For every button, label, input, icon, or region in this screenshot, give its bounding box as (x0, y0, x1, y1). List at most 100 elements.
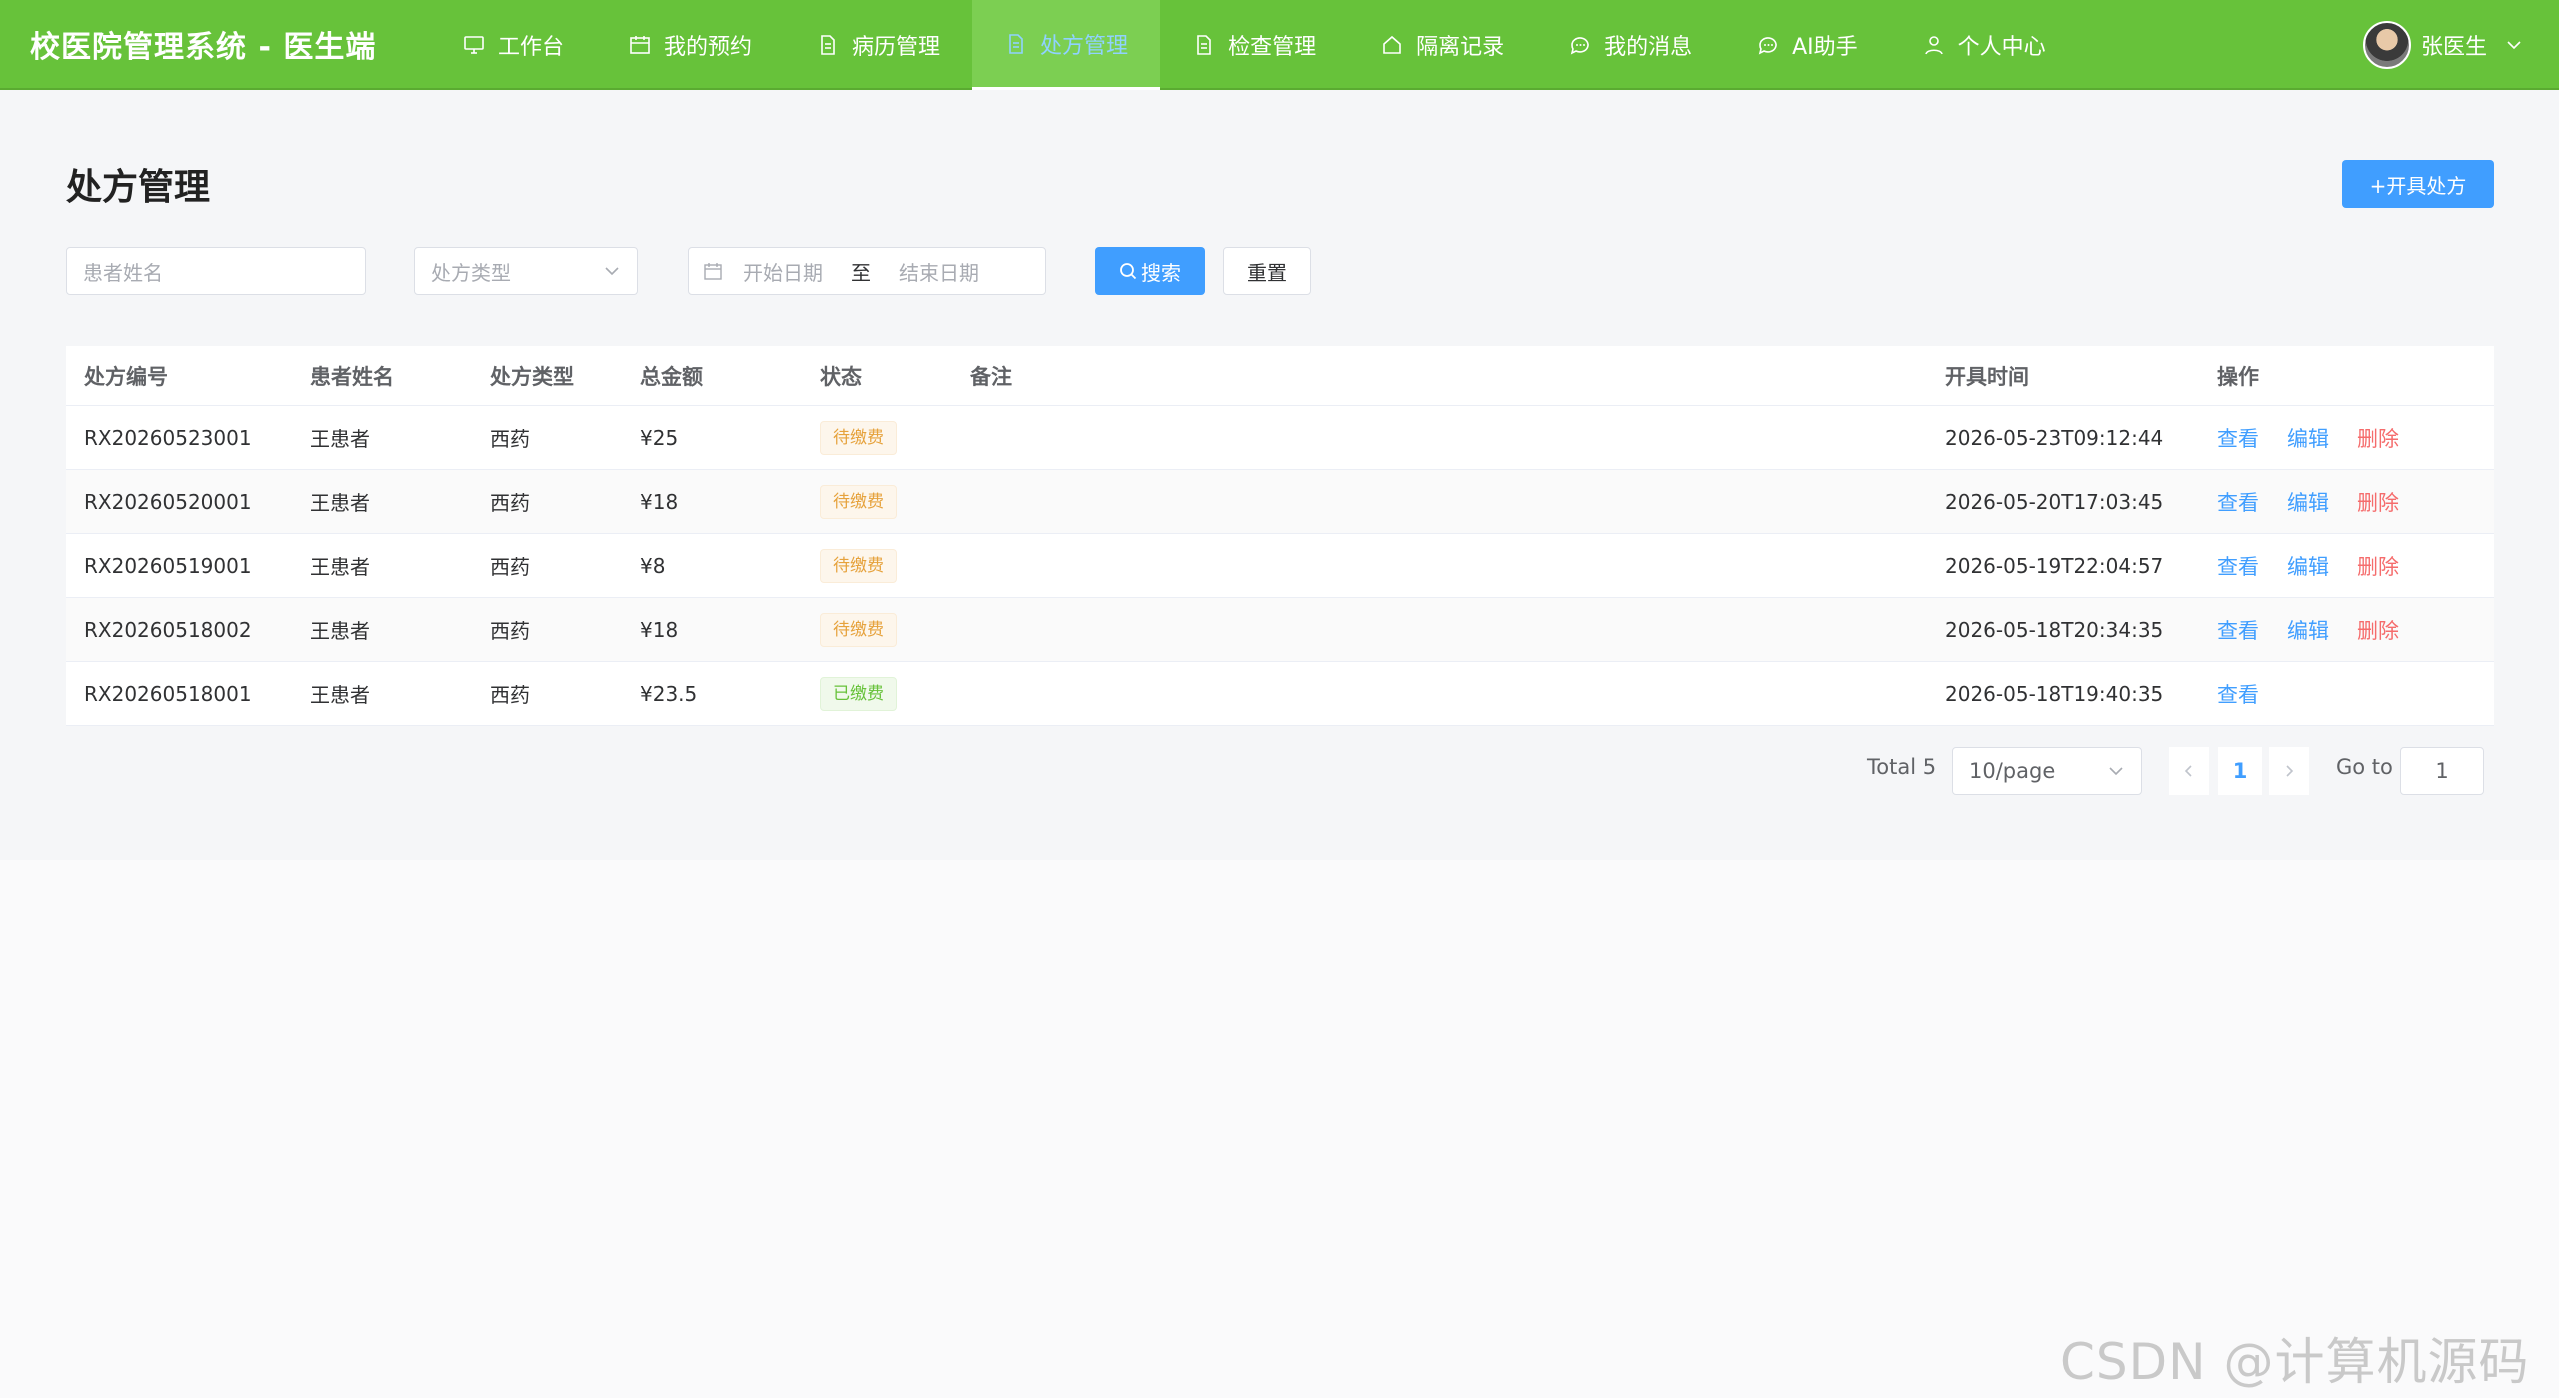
actions-cell: 查看 (2199, 679, 2494, 709)
nav-item-4[interactable]: 检查管理 (1160, 0, 1348, 90)
delete-link[interactable]: 删除 (2357, 551, 2399, 581)
nav-item-5[interactable]: 隔离记录 (1348, 0, 1536, 90)
prescription-type-select[interactable]: 处方类型 (414, 247, 638, 295)
nav-item-3[interactable]: 处方管理 (972, 0, 1161, 90)
main-nav: 工作台 我的预约 病历管理 处方管理 检查管理 隔离记录 我的消息 AI助手 个人中心 (430, 0, 2078, 90)
chevron-left-icon (2184, 765, 2192, 777)
calendar-icon (703, 261, 723, 281)
cell-id: RX20260518001 (84, 681, 252, 706)
page-size-select[interactable]: 10/page (1952, 747, 2142, 795)
actions-cell: 查看 编辑 删除 (2199, 423, 2494, 453)
status-cell: 待缴费 (802, 612, 952, 647)
goto-page-input[interactable]: 1 (2400, 747, 2484, 795)
nav-item-8[interactable]: 个人中心 (1890, 0, 2078, 90)
view-link[interactable]: 查看 (2217, 551, 2259, 581)
table-row: RX20260520001 王患者 西药 ¥18 待缴费 2026-05-20T17:03… (66, 470, 2494, 534)
cell-id: RX20260518002 (84, 617, 252, 642)
avatar[interactable] (2362, 21, 2411, 69)
document-icon (1192, 33, 1216, 57)
status-badge: 待缴费 (820, 548, 897, 583)
view-link[interactable]: 查看 (2217, 615, 2259, 645)
nav-item-label: 个人中心 (1957, 35, 2046, 60)
nav-item-0[interactable]: 工作台 (430, 0, 596, 90)
table-row: RX20260523001 王患者 西药 ¥25 待缴费 2026-05-23T09:12… (66, 406, 2494, 470)
nav-item-label: 检查管理 (1228, 35, 1317, 60)
actions-cell: 查看 编辑 删除 (2199, 487, 2494, 517)
calendar-icon (628, 33, 652, 57)
prev-page-button[interactable] (2169, 747, 2209, 795)
chevron-down-icon (2107, 762, 2125, 780)
monitor-icon (462, 33, 486, 57)
cell-patient: 王患者 (310, 427, 370, 451)
create-prescription-button[interactable]: +开具处方 (2342, 160, 2494, 208)
status-badge: 待缴费 (820, 420, 897, 455)
cell-time: 2026-05-18T19:40:35 (1945, 681, 2164, 706)
table-row: RX20260519001 王患者 西药 ¥8 待缴费 2026-05-19T22:04:… (66, 534, 2494, 598)
column-header: 备注 (970, 364, 1012, 389)
range-separator: 至 (851, 260, 871, 285)
prescription-type-placeholder: 处方类型 (431, 260, 511, 285)
page-number[interactable]: 1 (2218, 747, 2262, 795)
prescription-table: 处方编号 患者姓名 处方类型 总金额 状态 备注 开具时间 操作 RX20260523001 王… (66, 346, 2494, 726)
patient-name-input[interactable]: 患者姓名 (66, 247, 366, 295)
cell-time: 2026-05-18T20:34:35 (1945, 617, 2164, 642)
column-header: 处方编号 (84, 364, 168, 389)
table-header: 处方编号 患者姓名 处方类型 总金额 状态 备注 开具时间 操作 (66, 346, 2494, 406)
nav-item-label: 我的预约 (664, 35, 753, 60)
delete-link[interactable]: 删除 (2357, 487, 2399, 517)
delete-link[interactable]: 删除 (2357, 423, 2399, 453)
user-icon (1922, 33, 1946, 57)
cell-patient: 王患者 (310, 491, 370, 515)
edit-link[interactable]: 编辑 (2287, 423, 2329, 453)
nav-item-label: 病历管理 (852, 35, 941, 60)
status-badge: 待缴费 (820, 612, 897, 647)
status-cell: 待缴费 (802, 420, 952, 455)
nav-item-1[interactable]: 我的预约 (596, 0, 784, 90)
view-link[interactable]: 查看 (2217, 487, 2259, 517)
document-icon (1004, 32, 1028, 56)
cell-amount: ¥18 (640, 617, 679, 642)
cell-amount: ¥25 (640, 425, 679, 450)
chevron-down-icon (603, 262, 621, 280)
view-link[interactable]: 查看 (2217, 423, 2259, 453)
reset-button[interactable]: 重置 (1223, 247, 1311, 295)
status-badge: 已缴费 (820, 676, 897, 711)
column-header: 状态 (820, 364, 862, 389)
cell-time: 2026-05-19T22:04:57 (1945, 553, 2164, 578)
nav-item-label: 处方管理 (1040, 33, 1129, 59)
column-header: 患者姓名 (310, 364, 394, 389)
column-header: 总金额 (640, 364, 703, 389)
user-menu[interactable]: 张医生 (2362, 0, 2523, 90)
user-name: 张医生 (2420, 35, 2487, 60)
search-icon (1119, 262, 1137, 280)
actions-cell: 查看 编辑 删除 (2199, 615, 2494, 645)
document-icon (816, 33, 840, 57)
edit-link[interactable]: 编辑 (2287, 615, 2329, 645)
watermark: CSDN @计算机源码站 (2060, 1333, 2530, 1391)
cell-type: 西药 (490, 619, 530, 643)
cell-patient: 王患者 (310, 683, 370, 707)
search-button[interactable]: 搜索 (1095, 247, 1205, 295)
cell-type: 西药 (490, 427, 530, 451)
view-link[interactable]: 查看 (2217, 679, 2259, 709)
start-date-placeholder[interactable]: 开始日期 (743, 257, 823, 286)
cell-type: 西药 (490, 555, 530, 579)
next-page-button[interactable] (2269, 747, 2309, 795)
chat-icon (1568, 33, 1592, 57)
edit-link[interactable]: 编辑 (2287, 551, 2329, 581)
end-date-placeholder[interactable]: 结束日期 (899, 257, 979, 286)
column-header: 处方类型 (490, 364, 574, 389)
pagination-total: Total 5 (1867, 755, 1937, 779)
table-row: RX20260518002 王患者 西药 ¥18 待缴费 2026-05-18T20:34… (66, 598, 2494, 662)
page-title: 处方管理 (66, 167, 211, 208)
page-size-value: 10/page (1969, 759, 2056, 783)
nav-item-7[interactable]: AI助手 (1724, 0, 1890, 90)
nav-item-6[interactable]: 我的消息 (1536, 0, 1724, 90)
nav-item-2[interactable]: 病历管理 (784, 0, 972, 90)
delete-link[interactable]: 删除 (2357, 615, 2399, 645)
cell-time: 2026-05-20T17:03:45 (1945, 489, 2164, 514)
date-range-picker[interactable]: 开始日期 至 结束日期 (688, 247, 1046, 295)
search-button-label: 搜索 (1141, 260, 1181, 285)
edit-link[interactable]: 编辑 (2287, 487, 2329, 517)
nav-item-label: AI助手 (1792, 35, 1858, 60)
